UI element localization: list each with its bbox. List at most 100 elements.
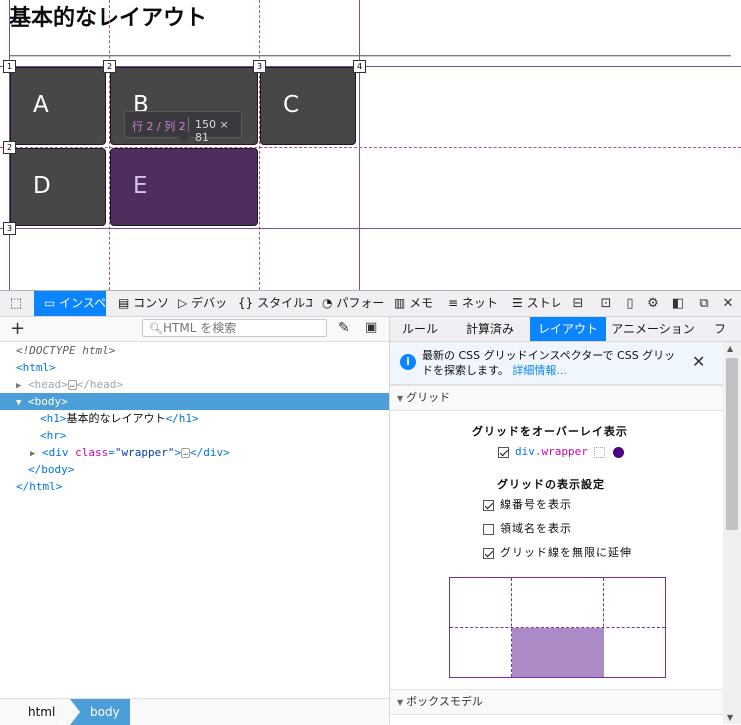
breadcrumb-label: body <box>90 705 120 719</box>
tab-performance[interactable]: ◔ パフォーマ <box>318 291 384 316</box>
element-picker-icon[interactable]: ⬚ <box>6 291 26 316</box>
markup-line-body-selected[interactable]: ▼ <body> <box>0 393 389 410</box>
grid-element-name: div.wrapper <box>515 445 588 458</box>
markup-line-body-close[interactable]: </body> <box>0 461 389 478</box>
tooltip-arrow <box>179 137 189 143</box>
collapse-arrow-icon[interactable]: ▼ <box>16 398 21 408</box>
responsive-design-icon[interactable]: ▯ <box>620 291 640 316</box>
option-extend-lines[interactable]: グリッド線を無限に延伸 <box>483 545 632 561</box>
tab-console[interactable]: ▤ コンソ <box>112 291 168 316</box>
info-icon: i <box>400 354 416 370</box>
sidebar-scrollbar[interactable]: ▲ ▼ <box>723 342 741 724</box>
markup-line-html[interactable]: <html> <box>0 359 389 376</box>
scrollbar-thumb[interactable] <box>726 358 738 530</box>
grid-line-number: 4 <box>353 60 366 73</box>
breadcrumb-separator <box>58 699 68 725</box>
grid-overlay-checkbox[interactable] <box>498 446 509 458</box>
tab-label: デバッ <box>191 296 228 310</box>
tab-layout[interactable]: レイアウト <box>530 317 606 341</box>
grid-inspector-notice: i 最新の CSS グリッドインスペクターで CSS グリッドを探索します。 詳… <box>390 342 723 385</box>
close-icon[interactable]: ✕ <box>718 291 738 316</box>
collapse-triangle-icon: ▼ <box>397 698 404 707</box>
grid-overlay-item: div.wrapper <box>498 444 624 460</box>
div-attr-value: "wrapper" <box>114 446 175 459</box>
tab-computed[interactable]: 計算済み <box>450 317 530 341</box>
grid-line-number: 3 <box>253 60 266 73</box>
scroll-down-icon[interactable]: ▼ <box>727 713 733 722</box>
option-area-names[interactable]: 領域名を表示 <box>483 521 572 537</box>
grid-color-swatch[interactable] <box>612 446 624 458</box>
add-node-icon[interactable]: + <box>10 318 25 339</box>
tab-label: インスペ <box>59 296 106 310</box>
scroll-up-icon[interactable]: ▲ <box>727 344 733 353</box>
markup-line-hr[interactable]: <hr> <box>0 427 389 444</box>
inspector-icon: ▭ <box>44 296 56 310</box>
outline-highlighted-cell[interactable] <box>512 628 604 677</box>
tab-label: ストレ <box>526 296 560 310</box>
tab-storage[interactable]: ☰ ストレ <box>508 291 560 316</box>
box-model-section-header[interactable]: ▼ ボックスモデル <box>390 689 723 715</box>
layout-menu-icon[interactable]: ⊟ <box>568 291 588 316</box>
markup-line-doctype[interactable]: <!DOCTYPE html> <box>0 342 389 359</box>
div-attr-name: class <box>75 446 109 459</box>
gear-icon[interactable]: ⚙ <box>643 291 663 316</box>
sidebar-tabs: ルール 計算済み レイアウト アニメーション フ <box>390 317 741 342</box>
tab-label: メモ <box>409 296 434 310</box>
learn-more-link[interactable]: 詳細情報... <box>512 364 567 377</box>
toggle-sidebar-icon[interactable]: ▣ <box>365 320 377 335</box>
markup-line-h1[interactable]: <h1>基本的なレイアウト</h1> <box>0 410 389 427</box>
line-numbers-checkbox[interactable] <box>483 499 494 511</box>
markup-line-html-close[interactable]: </html> <box>0 478 389 495</box>
devtools-panel: ⬚ ▭ インスペ ▤ コンソ ▷ デバッ {} スタイルエ ◔ パフォーマ ▥ … <box>0 290 741 725</box>
tab-animations[interactable]: アニメーション <box>606 317 700 341</box>
style-editor-icon: {} <box>238 296 254 310</box>
tab-memory[interactable]: ▥ メモ <box>390 291 438 316</box>
expand-arrow-icon[interactable]: ▶ <box>30 449 35 459</box>
close-icon[interactable]: ✕ <box>692 352 705 371</box>
div-tag: div <box>48 446 69 459</box>
tab-label: ネット <box>461 296 498 310</box>
tab-inspector[interactable]: ▭ インスペ <box>34 291 106 316</box>
expand-arrow-icon[interactable]: ▶ <box>16 381 21 391</box>
tab-label: スタイルエ <box>257 296 312 310</box>
separate-window-icon[interactable]: ⧉ <box>694 291 714 316</box>
section-title: ボックスモデル <box>406 695 483 708</box>
highlight-target-icon[interactable] <box>593 446 605 458</box>
tab-fonts[interactable]: フ <box>700 317 741 341</box>
html-search-box[interactable]: 🔍︎ <box>142 319 327 337</box>
tooltip-divider <box>188 117 189 132</box>
page-viewport: 基本的なレイアウト A B C D E 1 2 3 4 2 3 行 2 / 列 … <box>0 0 741 290</box>
grid-outline-preview <box>449 577 666 678</box>
element-tag: div <box>515 445 535 458</box>
html-close-tag: </html> <box>16 480 63 493</box>
split-console-icon[interactable]: ⊡ <box>596 291 616 316</box>
performance-icon: ◔ <box>322 296 333 310</box>
breadcrumb: html body <box>0 698 389 725</box>
tab-style-editor[interactable]: {} スタイルエ <box>234 291 312 316</box>
debugger-icon: ▷ <box>178 296 188 310</box>
extend-lines-checkbox[interactable] <box>483 547 494 559</box>
collapsed-ellipsis-icon[interactable]: … <box>181 448 190 458</box>
markup-line-head[interactable]: ▶ <head>… </head> <box>0 376 389 393</box>
html-search-input[interactable] <box>163 320 323 336</box>
html-tag: <html> <box>16 361 56 374</box>
tab-network[interactable]: ≡ ネット <box>444 291 500 316</box>
markup-toolbar: + 🔍︎ ✎ ▣ <box>0 317 389 342</box>
body-tag: body <box>34 395 62 408</box>
body-close-tag: </body> <box>28 463 75 476</box>
grid-line-col-2 <box>109 0 110 290</box>
h1-text: 基本的なレイアウト <box>66 412 166 425</box>
tab-rules[interactable]: ルール <box>390 317 450 341</box>
option-label: グリッド線を無限に延伸 <box>500 546 632 559</box>
display-settings-heading: グリッドの表示設定 <box>497 478 605 491</box>
collapsed-ellipsis-icon[interactable]: … <box>67 380 77 390</box>
inspector-sidebar: ルール 計算済み レイアウト アニメーション フ i 最新の CSS グリッドイ… <box>390 317 741 724</box>
markup-line-div[interactable]: ▶ <div class="wrapper">… </div> <box>0 444 389 461</box>
option-line-numbers[interactable]: 線番号を表示 <box>483 497 572 513</box>
option-label: 線番号を表示 <box>500 498 572 511</box>
eyedropper-icon[interactable]: ✎ <box>338 320 350 336</box>
tab-debugger[interactable]: ▷ デバッ <box>172 291 228 316</box>
grid-section-header[interactable]: ▼ グリッド <box>390 385 723 411</box>
area-names-checkbox[interactable] <box>483 523 494 535</box>
dock-side-icon[interactable]: ◧ <box>668 291 688 316</box>
